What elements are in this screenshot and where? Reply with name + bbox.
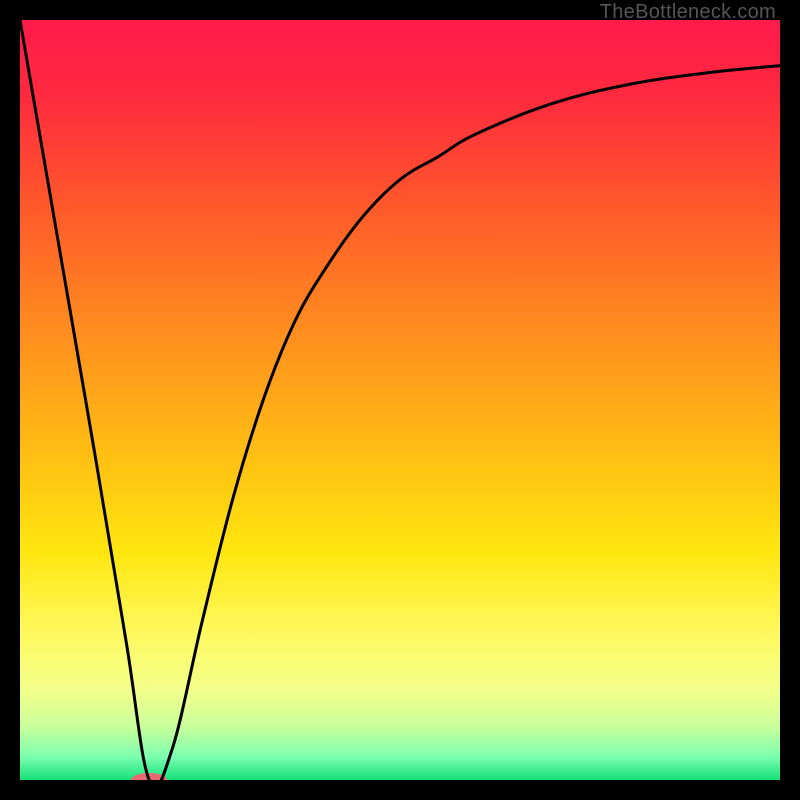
chart-plot	[20, 20, 780, 780]
chart-frame	[20, 20, 780, 780]
watermark-text: TheBottleneck.com	[600, 1, 776, 24]
gradient-background	[20, 20, 780, 780]
